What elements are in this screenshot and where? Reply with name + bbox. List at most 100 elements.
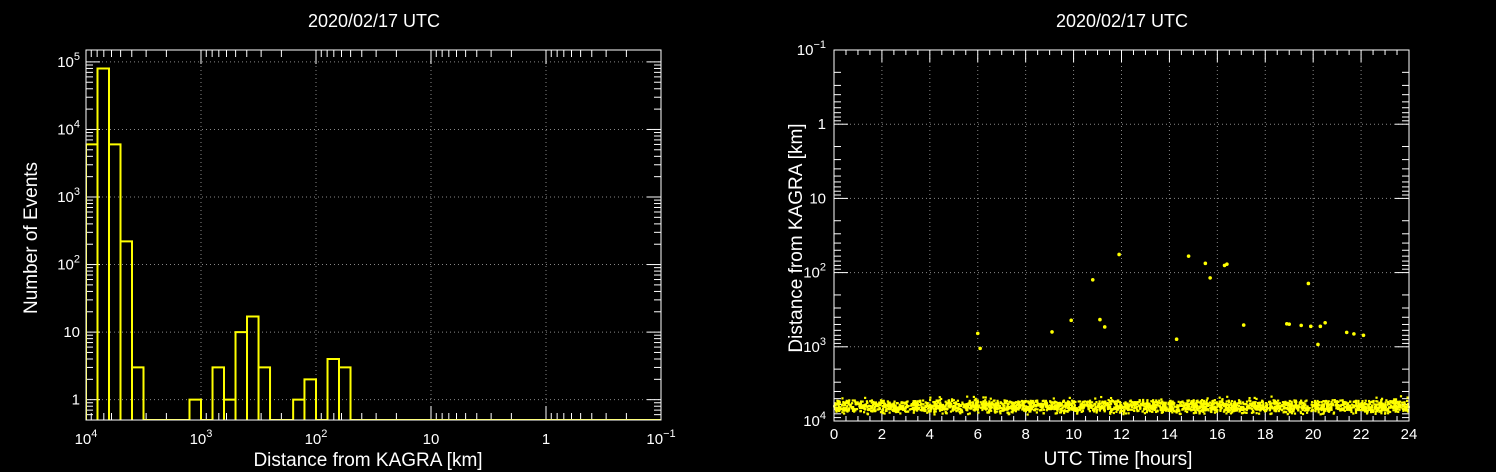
scatter-band-point — [953, 401, 956, 405]
scatter-band-point — [1026, 413, 1029, 416]
scatter-band-point — [922, 403, 925, 406]
scatter-band-point — [1218, 406, 1222, 409]
y-tick-label: 1 — [818, 116, 826, 133]
scatter-band-point — [933, 409, 936, 412]
scatter-band-point — [1145, 411, 1148, 414]
scatter-band-point — [1183, 404, 1186, 407]
scatter-band-point — [1149, 410, 1152, 413]
scatter-band-point — [1010, 401, 1013, 404]
scatter-band-point — [1359, 403, 1362, 407]
scatter-band-point — [1029, 405, 1032, 408]
histogram-bin — [98, 68, 109, 420]
scatter-grid — [833, 49, 1410, 422]
scatter-band-point — [904, 410, 907, 413]
scatter-band-point — [1265, 404, 1268, 407]
scatter-band-point — [943, 405, 946, 408]
y-tick-label: 103 — [57, 186, 80, 206]
scatter-band-point — [1085, 400, 1089, 404]
scatter-band-point — [1175, 410, 1178, 413]
scatter-band-point — [1299, 410, 1302, 413]
scatter-band-point — [1282, 411, 1285, 414]
scatter-chart: 2020/02/17 UTC 0 2 4 6 8 10 12 14 16 18 20 22 24 10−… — [786, 11, 1417, 470]
scatter-band-point — [1226, 403, 1229, 406]
scatter-band-point — [1256, 408, 1259, 411]
scatter-band-point — [1368, 401, 1371, 404]
scatter-band-point — [922, 409, 925, 412]
scatter-point — [1318, 324, 1323, 329]
scatter-band-point — [1006, 411, 1010, 414]
scatter-band-point — [1386, 403, 1389, 406]
scatter-band-point — [1339, 399, 1342, 402]
scatter-band-point — [867, 408, 870, 412]
scatter-band-point — [1359, 408, 1362, 412]
scatter-band-point — [1301, 408, 1304, 412]
scatter-band-point — [1057, 402, 1060, 405]
scatter-band-point — [1240, 407, 1243, 410]
scatter-band-point — [1158, 404, 1161, 408]
scatter-band-point — [881, 411, 885, 415]
scatter-band-point — [1320, 404, 1323, 407]
scatter-band-point — [1111, 399, 1114, 402]
scatter-band-point — [913, 403, 917, 407]
scatter-band-point — [1273, 402, 1276, 405]
histogram-bin — [189, 400, 201, 420]
scatter-band-point — [1141, 410, 1144, 413]
scatter-band-point — [1115, 402, 1118, 405]
scatter-band-point — [1071, 399, 1074, 402]
chart-canvas: 2020/02/17 UTC 104 103 102 10 1 10−1 11010210… — [21, 11, 1417, 471]
scatter-band-point — [1357, 406, 1360, 409]
scatter-band-point — [1301, 404, 1304, 407]
scatter-band-point — [1150, 410, 1154, 413]
scatter-band-point — [1393, 406, 1396, 409]
scatter-band-point — [1362, 404, 1365, 407]
scatter-point — [1308, 324, 1313, 329]
scatter-point — [1316, 342, 1320, 347]
scatter-band-point — [917, 408, 920, 411]
x-tick-label: 4 — [926, 426, 934, 443]
x-tick-label: 8 — [1021, 426, 1029, 443]
scatter-band-point — [1375, 400, 1378, 403]
scatter-band-point — [1080, 410, 1083, 414]
scatter-band-point — [848, 399, 851, 402]
scatter-band-point — [1327, 400, 1330, 403]
scatter-point — [1241, 323, 1246, 327]
scatter-band-point — [927, 405, 931, 408]
scatter-band-point — [1173, 405, 1177, 408]
scatter-band-point — [1244, 408, 1248, 411]
scatter-band-point — [1201, 406, 1204, 410]
scatter-band-point — [1235, 407, 1238, 410]
scatter-band-point — [1039, 408, 1042, 411]
scatter-band-point — [836, 399, 839, 402]
scatter-band-point — [1355, 402, 1358, 405]
scatter-band-point — [989, 397, 992, 400]
scatter-band-point — [1135, 408, 1139, 411]
scatter-band-point — [947, 399, 951, 402]
scatter-band-point — [905, 403, 908, 406]
scatter-band-point — [1127, 412, 1130, 415]
scatter-band-point — [1100, 395, 1103, 399]
y-tick-label: 104 — [57, 118, 80, 138]
scatter-band-point — [1290, 400, 1293, 403]
scatter-band-point — [920, 409, 924, 412]
scatter-band-point — [913, 406, 916, 410]
scatter-band-point — [933, 413, 936, 416]
scatter-band-point — [1182, 401, 1185, 404]
scatter-band-point — [1045, 408, 1049, 411]
scatter-band-point — [1208, 401, 1212, 404]
scatter-band-point — [1194, 411, 1198, 414]
scatter-y-axis-label: Distance from KAGRA [km] — [786, 123, 807, 352]
scatter-band-point — [861, 405, 865, 408]
scatter-band-point — [1187, 405, 1191, 408]
y-tick-label: 104 — [803, 410, 826, 430]
scatter-band-point — [879, 403, 882, 406]
scatter-band-point — [1374, 412, 1377, 415]
scatter-band-point — [1153, 404, 1156, 407]
scatter-band-point — [1379, 409, 1382, 413]
x-tick-label: 10−1 — [646, 428, 675, 448]
histogram-frame — [85, 49, 662, 421]
scatter-band-point — [1192, 399, 1195, 402]
scatter-band-point — [847, 407, 851, 411]
scatter-band-point — [1231, 408, 1234, 412]
scatter-band-point — [1367, 408, 1370, 411]
scatter-band-point — [1203, 412, 1206, 415]
